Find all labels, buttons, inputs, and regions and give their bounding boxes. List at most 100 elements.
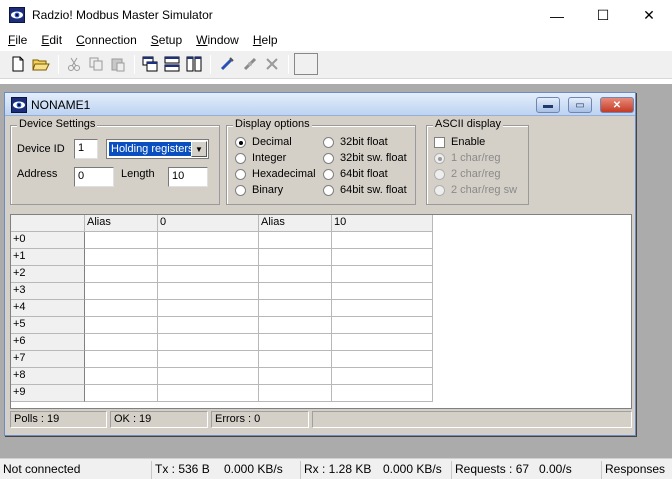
radio-binary[interactable]: Binary: [235, 184, 283, 196]
chevron-down-icon[interactable]: ▼: [191, 141, 207, 157]
address-input[interactable]: 0: [74, 167, 114, 187]
child-title: NONAME1: [31, 98, 91, 112]
grid-cell[interactable]: [259, 283, 332, 300]
child-restore-button[interactable]: ▭: [568, 97, 592, 113]
length-input[interactable]: 10: [168, 167, 208, 187]
grid-cell[interactable]: [158, 385, 259, 402]
connection-status: Not connected: [3, 462, 81, 476]
radio-decimal[interactable]: Decimal: [235, 136, 292, 148]
grid-cell[interactable]: [85, 249, 158, 266]
open-button[interactable]: [31, 54, 51, 74]
grid-cell[interactable]: [85, 317, 158, 334]
grid-cell[interactable]: [259, 300, 332, 317]
child-eye-icon: [11, 97, 27, 113]
grid-cell[interactable]: [259, 249, 332, 266]
grid-cell[interactable]: [259, 385, 332, 402]
radio-hexadecimal[interactable]: Hexadecimal: [235, 168, 316, 180]
grid-cell[interactable]: [85, 232, 158, 249]
menu-edit[interactable]: Edit: [34, 31, 69, 51]
grid-cell[interactable]: [259, 334, 332, 351]
grid-cell[interactable]: [259, 266, 332, 283]
responses-status: Responses: [601, 461, 672, 479]
radio-32bit-sw-float[interactable]: 32bit sw. float: [323, 152, 407, 164]
cut-button[interactable]: [64, 54, 84, 74]
grid-cell[interactable]: [332, 232, 433, 249]
radio-2-char-reg[interactable]: 2 char/reg: [434, 168, 501, 180]
minimize-icon: ▬: [543, 99, 553, 111]
menu-setup[interactable]: Setup: [144, 31, 189, 51]
register-grid[interactable]: Alias 0 Alias 10 +0 +1 +2 +3 +4 +5 +6 +7 +8 +9: [10, 214, 632, 409]
grid-cell[interactable]: [259, 232, 332, 249]
close-button[interactable]: ✕: [626, 0, 672, 31]
radio-1-char-reg[interactable]: 1 char/reg: [434, 152, 501, 164]
child-close-button[interactable]: ✕: [600, 97, 634, 113]
child-title-bar[interactable]: NONAME1 ▬ ▭ ✕: [5, 93, 635, 116]
cascade-button[interactable]: [140, 54, 160, 74]
disconnect-button[interactable]: [240, 54, 260, 74]
grid-cell[interactable]: [158, 249, 259, 266]
grid-cell[interactable]: [158, 351, 259, 368]
paste-button[interactable]: [108, 54, 128, 74]
grid-cell[interactable]: [158, 334, 259, 351]
grid-row-header: +4: [11, 300, 85, 317]
device-settings-group: Device Settings Device ID 1 Holding regi…: [10, 118, 220, 205]
copy-button[interactable]: [86, 54, 106, 74]
grid-cell[interactable]: [332, 266, 433, 283]
menu-file[interactable]: File: [0, 31, 34, 51]
tile-vertical-button[interactable]: [184, 54, 204, 74]
grid-cell[interactable]: [158, 266, 259, 283]
tile-horizontal-button[interactable]: [162, 54, 182, 74]
ascii-enable-checkbox[interactable]: Enable: [434, 136, 485, 148]
grid-cell[interactable]: [85, 334, 158, 351]
radio-integer[interactable]: Integer: [235, 152, 286, 164]
grid-cell[interactable]: [158, 232, 259, 249]
disconnect-icon: [243, 57, 257, 71]
register-type-select[interactable]: Holding registers ▼: [106, 139, 209, 159]
grid-cell[interactable]: [158, 300, 259, 317]
tools-button[interactable]: [262, 54, 282, 74]
grid-cell[interactable]: [85, 266, 158, 283]
grid-cell[interactable]: [85, 351, 158, 368]
grid-cell[interactable]: [332, 249, 433, 266]
grid-cell[interactable]: [332, 317, 433, 334]
radio-2-char-reg-sw[interactable]: 2 char/reg sw: [434, 184, 517, 196]
grid-cell[interactable]: [85, 385, 158, 402]
grid-cell[interactable]: [259, 351, 332, 368]
grid-cell[interactable]: [332, 283, 433, 300]
address-label: Address: [17, 168, 58, 180]
length-label: Length: [121, 168, 155, 180]
grid-cell[interactable]: [158, 368, 259, 385]
grid-cell[interactable]: [85, 300, 158, 317]
grid-cell[interactable]: [332, 351, 433, 368]
cut-icon: [68, 57, 80, 71]
ascii-display-group: ASCII display Enable 1 char/reg 2 char/r…: [426, 118, 529, 205]
child-minimize-button[interactable]: ▬: [536, 97, 560, 113]
cascade-icon: [142, 56, 158, 72]
grid-cell[interactable]: [332, 385, 433, 402]
blank-toolbar-button[interactable]: [294, 53, 318, 75]
menu-window[interactable]: Window: [189, 31, 246, 51]
menu-connection[interactable]: Connection: [69, 31, 144, 51]
grid-cell[interactable]: [259, 368, 332, 385]
grid-cell[interactable]: [85, 283, 158, 300]
connect-button[interactable]: [217, 54, 237, 74]
minimize-button[interactable]: —: [534, 0, 580, 31]
device-id-input[interactable]: 1: [74, 139, 98, 159]
display-options-label: Display options: [233, 118, 312, 130]
grid-cell[interactable]: [332, 368, 433, 385]
radio-64bit-sw-float[interactable]: 64bit sw. float: [323, 184, 407, 196]
grid-cell[interactable]: [158, 283, 259, 300]
grid-cell[interactable]: [332, 300, 433, 317]
menu-help[interactable]: Help: [246, 31, 285, 51]
new-button[interactable]: [8, 54, 28, 74]
grid-cell[interactable]: [85, 368, 158, 385]
grid-cell[interactable]: [332, 334, 433, 351]
tx-status: Tx : 536 B: [151, 461, 221, 479]
close-icon: ✕: [643, 7, 655, 23]
radio-32bit-float[interactable]: 32bit float: [323, 136, 388, 148]
grid-cell[interactable]: [158, 317, 259, 334]
status-bar: Not connected Tx : 536 B 0.000 KB/s Rx :…: [0, 458, 672, 479]
maximize-button[interactable]: ☐: [580, 0, 626, 31]
radio-64bit-float[interactable]: 64bit float: [323, 168, 388, 180]
grid-cell[interactable]: [259, 317, 332, 334]
